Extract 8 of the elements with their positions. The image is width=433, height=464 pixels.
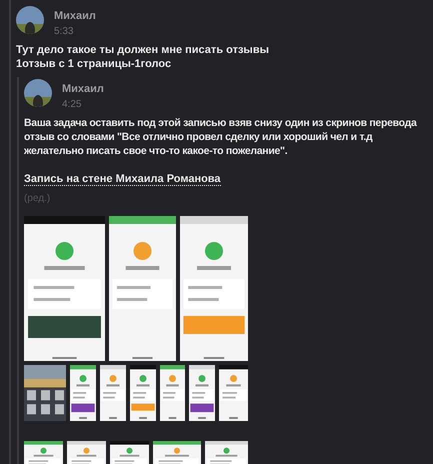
author-name[interactable]: Михаил xyxy=(62,82,104,96)
message-text: Тут дело такое ты должен мне писать отзывы xyxy=(16,43,270,57)
wall-post-link[interactable]: Запись на стене Михаила Романова xyxy=(24,173,221,186)
message-time: 4:25 xyxy=(62,98,82,112)
message-time: 5:33 xyxy=(54,25,74,39)
message-text: 1отзыв с 1 страницы-1голос xyxy=(16,57,172,71)
message-text: Ваша задача оставить под этой записью взяв снизу один из скринов перевода отзыв со словами "Все отлично провел сделку или хороший чел и т.д желательно писать свое что-то какое-то пожелание". xyxy=(24,116,418,158)
author-name[interactable]: Михаил xyxy=(54,9,96,23)
